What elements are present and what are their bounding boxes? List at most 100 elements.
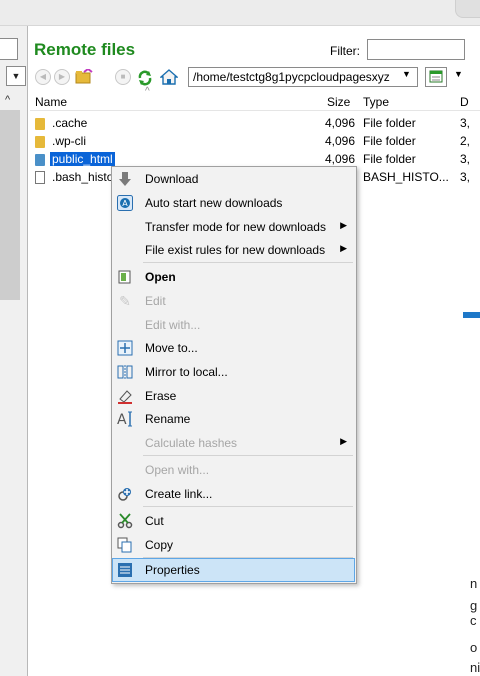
file-size: 4,096 <box>325 134 356 148</box>
menu-item-label: Calculate hashes <box>145 436 238 450</box>
file-size: 4,096 <box>325 152 356 166</box>
sort-indicator-icon: ^ <box>145 86 150 97</box>
mirror-icon <box>117 364 133 380</box>
menu-item-label: Copy <box>145 538 174 552</box>
back-icon[interactable]: ◀ <box>35 69 51 85</box>
copy-icon <box>117 537 133 553</box>
window-corner <box>455 0 480 18</box>
menu-item-rename[interactable]: A Rename <box>112 408 356 430</box>
menu-item-label: Download <box>145 172 199 186</box>
menu-item-file-exist-rules[interactable]: File exist rules for new downloads ▶ <box>112 239 356 261</box>
menu-item-calculate-hashes[interactable]: Calculate hashes ▶ <box>112 432 356 454</box>
menu-item-label: Auto start new downloads <box>145 196 283 210</box>
menu-item-auto-start[interactable]: A Auto start new downloads <box>112 192 356 214</box>
background-text: g c <box>470 598 478 628</box>
menu-item-label: Create link... <box>145 487 213 501</box>
menu-item-label: File exist rules for new downloads <box>145 243 326 257</box>
table-row[interactable]: .wp-cli 4,096 File folder 2, <box>30 133 480 151</box>
menu-item-label: Move to... <box>145 341 198 355</box>
menu-item-erase[interactable]: Erase <box>112 385 356 407</box>
menu-item-download[interactable]: Download <box>112 168 356 190</box>
auto-start-icon: A <box>117 195 133 211</box>
file-icon <box>35 171 45 184</box>
menu-item-open[interactable]: Open <box>112 266 356 288</box>
menu-item-label: Properties <box>145 563 200 577</box>
menu-separator <box>143 557 353 558</box>
menu-item-label: Cut <box>145 514 164 528</box>
background-text: n <box>470 576 478 591</box>
menu-item-copy[interactable]: Copy <box>112 534 356 556</box>
parent-folder-icon[interactable] <box>75 67 93 85</box>
menu-item-properties[interactable]: Properties <box>112 559 356 581</box>
column-name[interactable]: Name <box>35 95 67 109</box>
stop-icon[interactable]: ■ <box>115 69 131 85</box>
submenu-arrow-icon: ▶ <box>340 436 347 446</box>
background-text: o <box>470 640 478 655</box>
menu-item-mirror-to-local[interactable]: Mirror to local... <box>112 361 356 383</box>
properties-icon <box>117 562 133 578</box>
menu-item-transfer-mode[interactable]: Transfer mode for new downloads ▶ <box>112 216 356 238</box>
rename-icon: A <box>117 411 133 428</box>
file-type: File folder <box>363 152 416 166</box>
local-path-input[interactable] <box>0 38 18 60</box>
chevron-down-icon[interactable]: ▼ <box>454 69 463 79</box>
menu-item-label: Open with... <box>145 463 210 477</box>
remote-files-title: Remote files <box>34 40 136 59</box>
menu-separator <box>143 455 353 456</box>
file-date: 2, <box>460 134 471 148</box>
view-mode-button[interactable] <box>425 67 447 87</box>
top-toolbar-strip <box>0 0 480 26</box>
chevron-down-icon[interactable]: ▼ <box>402 69 411 79</box>
file-type: File folder <box>363 134 416 148</box>
scissors-icon <box>117 513 133 529</box>
folder-icon <box>35 154 45 166</box>
menu-item-label: Edit <box>145 294 166 308</box>
move-icon <box>117 340 133 356</box>
forward-icon[interactable]: ▶ <box>54 69 70 85</box>
menu-item-label: Erase <box>145 389 177 403</box>
background-accent-bar <box>463 312 480 318</box>
menu-item-label: Open <box>145 270 176 284</box>
file-type: File folder <box>363 116 416 130</box>
refresh-icon[interactable] <box>136 69 152 86</box>
column-date[interactable]: D <box>460 95 469 109</box>
file-date: 3, <box>460 170 471 184</box>
menu-item-open-with[interactable]: Open with... <box>112 459 356 481</box>
file-size: 4,096 <box>325 116 356 130</box>
file-name: .bash_histo <box>52 170 114 184</box>
menu-separator <box>143 506 353 507</box>
pencil-icon: ✎ <box>119 293 131 309</box>
menu-item-cut[interactable]: Cut <box>112 510 356 532</box>
folder-icon <box>35 136 45 148</box>
menu-item-label: Rename <box>145 412 191 426</box>
remote-path-text: /home/testctg8g1pycpcloudpagesxyz <box>193 70 390 84</box>
menu-item-edit-with[interactable]: Edit with... <box>112 314 356 336</box>
menu-item-label: Transfer mode for new downloads <box>145 220 326 234</box>
local-path-dropdown[interactable]: ▼ <box>6 66 26 86</box>
file-date: 3, <box>460 116 471 130</box>
menu-item-label: Edit with... <box>145 318 201 332</box>
table-row[interactable]: .cache 4,096 File folder 3, <box>30 115 480 133</box>
link-icon <box>117 486 133 502</box>
background-text: ni <box>470 660 480 675</box>
file-name: .wp-cli <box>52 134 87 148</box>
eraser-icon <box>117 388 133 404</box>
submenu-arrow-icon: ▶ <box>340 220 347 230</box>
file-name: public_html <box>50 152 115 166</box>
home-icon[interactable] <box>159 69 179 85</box>
file-type: BASH_HISTO... <box>363 170 449 184</box>
menu-item-label: Mirror to local... <box>145 365 228 379</box>
local-scrollbar-thumb[interactable] <box>0 110 20 300</box>
column-type[interactable]: Type <box>363 95 389 109</box>
filter-input[interactable] <box>367 39 465 60</box>
file-list-header <box>30 93 480 111</box>
column-size[interactable]: Size <box>327 95 350 109</box>
scroll-up-arrow-icon[interactable]: ^ <box>5 94 10 106</box>
menu-item-edit[interactable]: ✎ Edit <box>112 290 356 312</box>
menu-item-create-link[interactable]: Create link... <box>112 483 356 505</box>
menu-item-move-to[interactable]: Move to... <box>112 337 356 359</box>
folder-icon <box>35 118 45 130</box>
file-name: .cache <box>52 116 88 130</box>
menu-separator <box>143 262 353 263</box>
download-icon <box>117 171 133 187</box>
